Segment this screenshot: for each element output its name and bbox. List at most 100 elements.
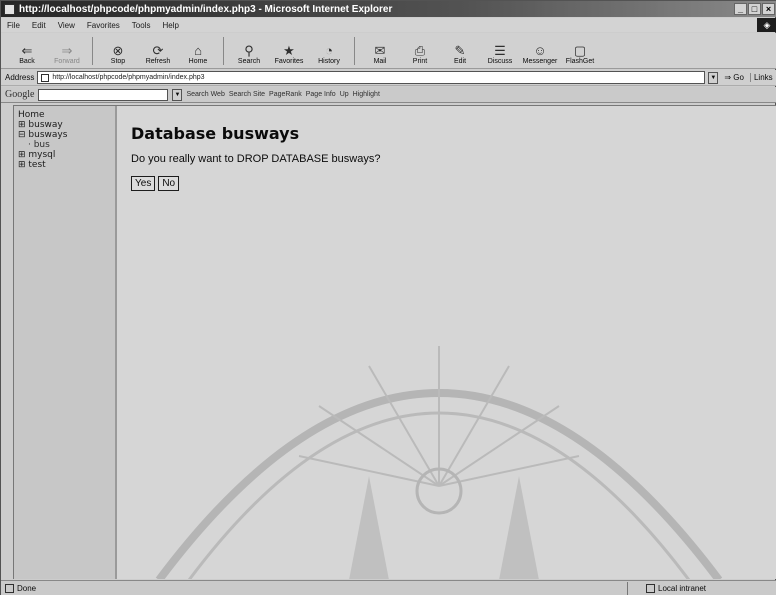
- menu-help[interactable]: Help: [162, 21, 178, 30]
- nav-db-busways[interactable]: ⊟ busways: [18, 130, 115, 140]
- toolbar-label: FlashGet: [565, 58, 595, 65]
- toolbar-separator: [92, 37, 93, 65]
- address-bar: Address http://localhost/phpcode/phpmyad…: [1, 70, 776, 86]
- toolbar-stop-button[interactable]: ⊗ Stop: [100, 34, 136, 68]
- menu-edit[interactable]: Edit: [32, 21, 46, 30]
- zone-label: Local intranet: [658, 584, 707, 593]
- favorites-icon: ★: [283, 43, 295, 58]
- go-button[interactable]: ⇒ Go: [721, 73, 747, 82]
- mail-icon: ✉: [374, 43, 386, 58]
- toolbar: ⇐ Back ⇒ Forward ⊗ Stop ⟳ Refresh ⌂ Home ⚲ Search ★ F…: [1, 33, 776, 69]
- edit-icon: ✎: [454, 43, 466, 58]
- watermark-seal: [155, 346, 723, 579]
- google-search-input[interactable]: [38, 88, 169, 101]
- toolbar-search-button[interactable]: ⚲ Search: [231, 34, 267, 68]
- print-icon: ⎙: [414, 43, 426, 58]
- home-icon: ⌂: [194, 43, 202, 58]
- toolbar-refresh-button[interactable]: ⟳ Refresh: [140, 34, 176, 68]
- google-up[interactable]: Up: [340, 91, 349, 98]
- flashget-icon: ▢: [573, 43, 587, 58]
- toolbar-label: Refresh: [145, 58, 171, 65]
- close-button[interactable]: ×: [762, 3, 775, 15]
- left-nav-frame: Home ⊞ busway ⊟ busways · bus ⊞ mysql ⊞ …: [14, 106, 117, 579]
- back-arrow-icon: ⇐: [21, 43, 33, 58]
- toolbar-forward-button[interactable]: ⇒ Forward: [49, 34, 85, 68]
- title-bar: http://localhost/phpcode/phpmyadmin/inde…: [1, 1, 776, 17]
- status-text: Done: [17, 584, 37, 593]
- page-title: Database busways: [131, 124, 300, 143]
- toolbar-discuss-button[interactable]: ☰ Discuss: [482, 34, 518, 68]
- page-status-icon: [5, 584, 14, 593]
- toolbar-label: Search: [237, 58, 261, 65]
- window-controls: _ □ ×: [734, 3, 776, 15]
- google-page-info[interactable]: Page Info: [306, 91, 336, 98]
- address-label: Address: [5, 73, 35, 82]
- toolbar-edit-button[interactable]: ✎ Edit: [442, 34, 478, 68]
- menu-view[interactable]: View: [58, 21, 75, 30]
- toolbar-label: Home: [188, 58, 208, 65]
- toolbar-messenger-button[interactable]: ☺ Messenger: [522, 34, 558, 68]
- forward-arrow-icon: ⇒: [61, 43, 73, 58]
- address-url: http://localhost/phpcode/phpmyadmin/inde…: [52, 74, 205, 81]
- confirm-question: Do you really want to DROP DATABASE busw…: [131, 153, 381, 165]
- toolbar-flashget-button[interactable]: ▢ FlashGet: [562, 34, 598, 68]
- windows-logo-icon: ◈: [757, 18, 776, 32]
- minimize-button[interactable]: _: [734, 3, 747, 15]
- stop-icon: ⊗: [112, 43, 124, 58]
- search-icon: ⚲: [244, 43, 254, 58]
- links-button[interactable]: Links: [749, 73, 773, 82]
- yes-button[interactable]: Yes: [131, 176, 156, 191]
- history-icon: ◔: [325, 43, 333, 58]
- toolbar-history-button[interactable]: ◔ History: [311, 34, 347, 68]
- status-bar: Done Local intranet: [1, 580, 776, 595]
- nav-table-bus[interactable]: · bus: [18, 140, 115, 150]
- ie-icon: [4, 3, 15, 15]
- no-button[interactable]: No: [158, 176, 180, 191]
- nav-home-link[interactable]: Home: [18, 110, 115, 120]
- toolbar-label: Favorites: [274, 58, 304, 65]
- toolbar-home-button[interactable]: ⌂ Home: [180, 34, 216, 68]
- toolbar-label: Messenger: [522, 58, 558, 65]
- toolbar-label: Back: [19, 58, 35, 65]
- toolbar-print-button[interactable]: ⎙ Print: [402, 34, 438, 68]
- maximize-button[interactable]: □: [748, 3, 761, 15]
- intranet-icon: [646, 584, 655, 593]
- nav-db-test[interactable]: ⊞ test: [18, 160, 115, 170]
- main-frame: Database busways Do you really want to D…: [119, 106, 776, 579]
- security-zone: Local intranet: [627, 582, 776, 595]
- google-pagerank[interactable]: PageRank: [269, 91, 302, 98]
- toolbar-label: Stop: [110, 58, 126, 65]
- refresh-icon: ⟳: [152, 43, 164, 58]
- confirm-buttons: Yes No: [131, 176, 776, 191]
- toolbar-label: Print: [412, 58, 428, 65]
- menu-file[interactable]: File: [7, 21, 20, 30]
- toolbar-label: History: [318, 58, 340, 65]
- menu-bar: File Edit View Favorites Tools Help ◈: [1, 18, 776, 32]
- browser-window: http://localhost/phpcode/phpmyadmin/inde…: [0, 0, 776, 595]
- google-search-site[interactable]: Search Site: [229, 91, 265, 98]
- toolbar-separator: [354, 37, 355, 65]
- nav-db-busway[interactable]: ⊞ busway: [18, 120, 115, 130]
- address-input[interactable]: http://localhost/phpcode/phpmyadmin/inde…: [37, 71, 706, 84]
- messenger-icon: ☺: [533, 43, 547, 58]
- page-icon: [41, 73, 50, 82]
- toolbar-label: Forward: [54, 58, 80, 65]
- toolbar-back-button[interactable]: ⇐ Back: [9, 34, 45, 68]
- google-toolbar: Google ▼ Search Web Search Site PageRank…: [1, 87, 776, 103]
- menu-tools[interactable]: Tools: [132, 21, 151, 30]
- google-logo[interactable]: Google: [5, 89, 34, 100]
- discuss-icon: ☰: [494, 43, 506, 58]
- toolbar-label: Edit: [453, 58, 467, 65]
- toolbar-label: Discuss: [487, 58, 513, 65]
- nav-db-mysql[interactable]: ⊞ mysql: [18, 150, 115, 160]
- google-dropdown-icon[interactable]: ▼: [172, 88, 183, 101]
- google-highlight[interactable]: Highlight: [353, 91, 380, 98]
- toolbar-mail-button[interactable]: ✉ Mail: [362, 34, 398, 68]
- toolbar-favorites-button[interactable]: ★ Favorites: [271, 34, 307, 68]
- toolbar-separator: [223, 37, 224, 65]
- menu-favorites[interactable]: Favorites: [87, 21, 120, 30]
- address-dropdown-icon[interactable]: ▼: [708, 71, 719, 84]
- page-content: Home ⊞ busway ⊟ busways · bus ⊞ mysql ⊞ …: [13, 105, 776, 579]
- google-search-web[interactable]: Search Web: [186, 91, 224, 98]
- window-title: http://localhost/phpcode/phpmyadmin/inde…: [19, 3, 393, 15]
